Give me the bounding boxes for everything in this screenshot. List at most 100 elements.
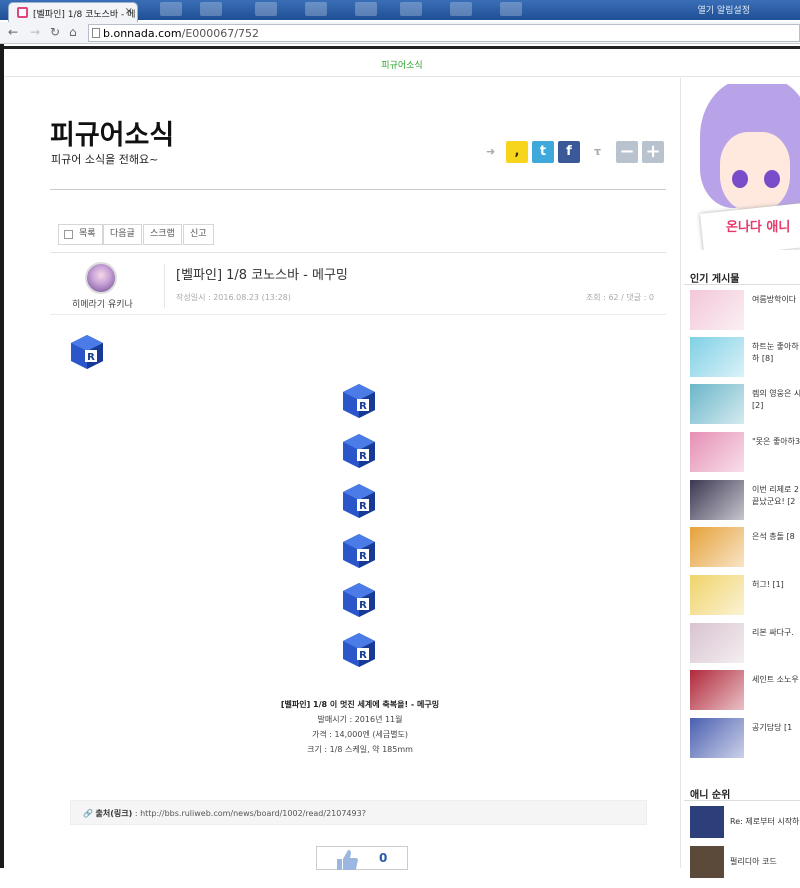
tab-close-icon[interactable]: × — [125, 6, 133, 17]
divider — [50, 252, 666, 253]
popular-item-label: "못은 좋아하3 — [752, 437, 800, 446]
share-arrow-icon: ➜ — [486, 145, 496, 158]
popular-thumb — [690, 480, 744, 520]
taskbar-app-icon[interactable] — [400, 2, 422, 16]
popular-item[interactable]: 세인트 소노우 — [690, 670, 800, 712]
popular-item[interactable]: 은석 총돌 [8 — [690, 527, 800, 569]
popular-thumb — [690, 290, 744, 330]
svg-text:R: R — [359, 600, 367, 611]
popular-item[interactable]: 허그! [1] — [690, 575, 800, 617]
popular-item-label: 은석 총돌 [8 — [752, 532, 795, 541]
popular-item[interactable]: 이번 리제로 2 끝났군요! [2 — [690, 480, 800, 522]
like-button[interactable]: 0 — [316, 846, 408, 870]
popular-title: 인기 게시물 — [690, 274, 740, 285]
caption-size: 크기 : 1/8 스케일, 약 185mm — [307, 745, 413, 754]
scrap-button[interactable]: 스크랩 — [143, 224, 182, 245]
tab-title: [벨파인] 1/8 코노스바 - 메 — [33, 10, 136, 20]
image-placeholder-icon: R — [343, 534, 375, 568]
popular-item-label: 하 [8] — [752, 354, 774, 363]
popular-item[interactable]: 리본 싸다구. — [690, 623, 800, 665]
image-placeholder-icon: R — [343, 484, 375, 518]
list-button[interactable]: 목록 — [58, 224, 103, 245]
popular-item-label: 여름방학이다 — [752, 295, 797, 304]
avatar[interactable] — [85, 262, 117, 294]
page-icon — [92, 28, 100, 38]
source-box: 🔗 출처(링크) : http://bbs.ruliweb.com/news/b… — [70, 800, 647, 825]
post-caption: [벨파인] 1/8 이 멋진 세계에 축복을! - 메구밍 발매시기 : 201… — [200, 697, 520, 757]
tray-text: 열기 알림설정 — [697, 6, 750, 16]
image-placeholder-icon: R — [343, 633, 375, 667]
font-size-icon: τ — [594, 145, 602, 158]
popular-thumb — [690, 337, 744, 377]
popular-item[interactable]: "못은 좋아하3 — [690, 432, 800, 474]
font-decrease-icon[interactable]: − — [616, 141, 638, 163]
url-host: b.onnada.com — [103, 27, 182, 40]
author-name[interactable]: 히메라기 유키나 — [72, 297, 133, 310]
font-increase-icon[interactable]: + — [642, 141, 664, 163]
rank-thumb — [690, 846, 724, 878]
caption-title: [벨파인] 1/8 이 멋진 세계에 축복을! - 메구밍 — [280, 700, 440, 709]
post-title: [벨파인] 1/8 코노스바 - 메구밍 — [176, 268, 348, 283]
facebook-share-icon[interactable]: f — [558, 141, 580, 163]
report-button[interactable]: 신고 — [183, 224, 214, 245]
taskbar-app-icon[interactable] — [305, 2, 327, 16]
popular-thumb — [690, 384, 744, 424]
banner-art — [720, 132, 790, 212]
popular-item-label: [2] — [752, 401, 764, 410]
banner-art — [764, 170, 780, 188]
popular-item[interactable]: 여름방학이다 — [690, 290, 800, 332]
image-placeholder-icon: R — [343, 583, 375, 617]
kakao-share-icon[interactable]: , — [506, 141, 528, 163]
popular-item-label: 끝났군요! [2 — [752, 497, 796, 506]
board-subtitle: 피규어 소식을 전해요~ — [51, 153, 159, 166]
popular-item-label: 하트눈 좋아하 — [752, 342, 799, 351]
popular-item[interactable]: 공기담당 [1 — [690, 718, 800, 760]
forward-icon[interactable]: → — [30, 25, 40, 39]
popular-item[interactable]: 렘의 영웅은 시 [2] — [690, 384, 800, 426]
url-path: /E000067/752 — [181, 27, 259, 40]
reload-icon[interactable]: ↻ — [50, 25, 60, 39]
source-url[interactable]: : http://bbs.ruliweb.com/news/board/1002… — [135, 809, 366, 818]
svg-text:R: R — [359, 650, 367, 661]
source-label: 출처(링크) — [95, 809, 133, 818]
next-post-button[interactable]: 다음글 — [103, 224, 142, 245]
caption-price: 가격 : 14,000엔 (세금별도) — [311, 730, 409, 739]
popular-thumb — [690, 670, 744, 710]
back-icon[interactable]: ← — [8, 25, 18, 39]
popular-item-label: 허그! [1] — [752, 580, 784, 589]
popular-thumb — [690, 575, 744, 615]
address-bar[interactable]: b.onnada.com/E000067/752 — [88, 24, 800, 42]
divider — [50, 314, 666, 315]
favicon-icon — [17, 7, 28, 18]
taskbar-app-icon[interactable] — [255, 2, 277, 16]
board-title: 피규어소식 — [50, 120, 175, 151]
taskbar-app-icon[interactable] — [355, 2, 377, 16]
taskbar-app-icon[interactable] — [200, 2, 222, 16]
twitter-share-icon[interactable]: t — [532, 141, 554, 163]
popular-item-label: 이번 리제로 2 — [752, 485, 799, 494]
post-stats: 조회 : 62 / 댓글 : 0 — [585, 293, 654, 302]
browser-toolbar: ← → ↻ ⌂ b.onnada.com/E000067/752 — [0, 22, 800, 44]
browser-tab[interactable]: [벨파인] 1/8 코노스바 - 메 × — [8, 2, 138, 22]
taskbar-app-icon[interactable] — [450, 2, 472, 16]
post-date: 작성일시 : 2016.08.23 (13:28) — [176, 293, 291, 302]
taskbar-app-icon[interactable] — [160, 2, 182, 16]
image-placeholder-icon: R — [343, 434, 375, 468]
taskbar-app-icon[interactable] — [500, 2, 522, 16]
svg-text:R: R — [359, 451, 367, 462]
rank-item[interactable]: Re: 제로부터 시작하 — [690, 806, 800, 848]
like-count: 0 — [379, 851, 388, 865]
popular-item-label: 리본 싸다구. — [752, 628, 794, 637]
caption-release: 발매시기 : 2016년 11월 — [317, 715, 403, 724]
image-placeholder-icon: R — [343, 384, 375, 418]
divider — [164, 264, 165, 308]
rank-item[interactable]: 펄리디아 코드 — [690, 846, 800, 888]
ad-banner[interactable]: 온나다 애니 — [680, 84, 800, 250]
top-nav: 피규어소식 — [4, 49, 800, 77]
popular-item-label: 세인트 소노우 — [752, 675, 799, 684]
top-nav-link[interactable]: 피규어소식 — [381, 61, 422, 71]
popular-item[interactable]: 하트눈 좋아하하 [8] — [690, 337, 800, 379]
home-icon[interactable]: ⌂ — [69, 25, 77, 39]
rank-item-label: 펄리디아 코드 — [730, 857, 777, 866]
divider — [684, 800, 800, 801]
